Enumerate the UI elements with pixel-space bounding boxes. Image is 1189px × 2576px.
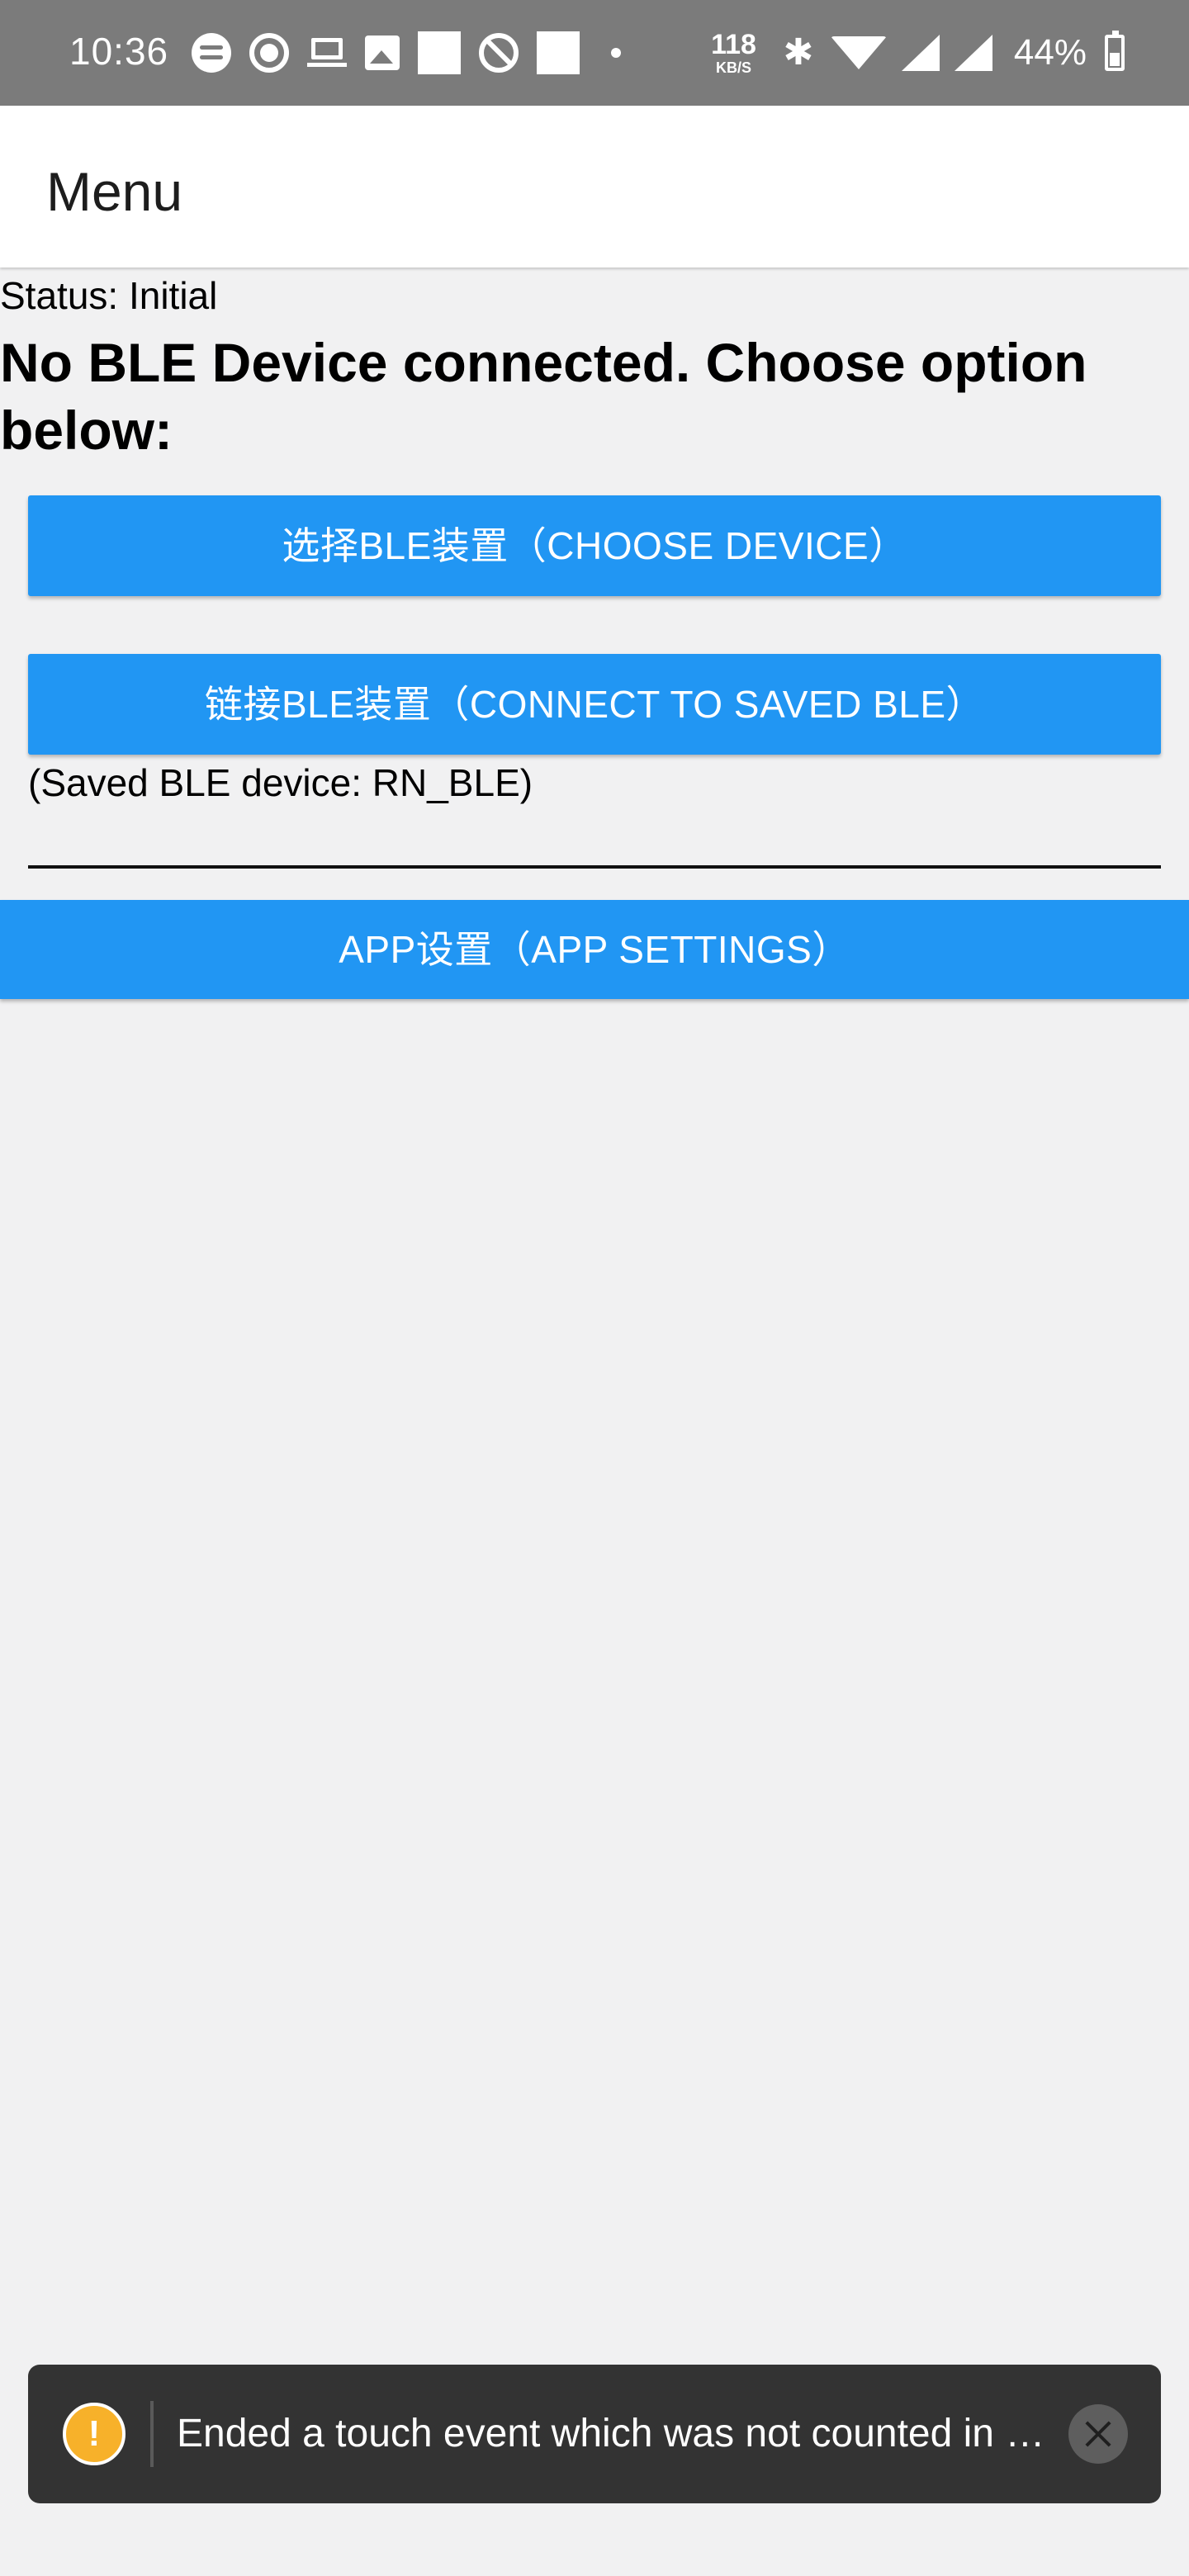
network-speed-unit: KB/S	[715, 59, 751, 76]
app-settings-button[interactable]: APP设置（APP SETTINGS）	[0, 900, 1189, 999]
page-title: Menu	[46, 161, 183, 222]
warning-toast[interactable]: ! Ended a touch event which was not coun…	[28, 2365, 1161, 2503]
bluetooth-icon: ✱	[783, 32, 814, 73]
system-icons: 118 KB/S ✱ 44%	[711, 26, 1125, 79]
square-icon	[418, 31, 461, 74]
spotify-icon	[192, 33, 231, 73]
battery-percent: 44%	[1013, 32, 1087, 73]
saved-device-label: (Saved BLE device: RN_BLE)	[28, 761, 533, 804]
laptop-icon	[307, 36, 347, 69]
blocked-icon	[479, 33, 519, 73]
network-speed: 118 KB/S	[711, 31, 756, 75]
status-bar: 10:36 118 KB/S ✱ 44%	[0, 0, 1189, 106]
choose-device-button[interactable]: 选择BLE装置（CHOOSE DEVICE）	[28, 495, 1161, 596]
image-icon	[365, 36, 400, 70]
square-icon	[537, 31, 580, 74]
toast-separator	[150, 2401, 154, 2467]
battery-icon	[1105, 31, 1125, 71]
close-icon[interactable]	[1068, 2404, 1128, 2464]
notification-icons	[192, 31, 621, 74]
status-time: 10:36	[69, 30, 169, 73]
warning-icon: !	[63, 2403, 126, 2465]
connect-saved-ble-button[interactable]: 链接BLE装置（CONNECT TO SAVED BLE）	[28, 654, 1161, 755]
connection-status: Status: Initial	[0, 274, 218, 317]
signal-icon	[901, 35, 940, 71]
more-notifications-dot-icon	[611, 48, 621, 58]
app-header: Menu	[0, 106, 1189, 268]
divider	[28, 865, 1161, 869]
signal-icon	[954, 35, 992, 71]
network-speed-value: 118	[711, 29, 756, 60]
record-icon	[249, 33, 289, 73]
no-device-heading: No BLE Device connected. Choose option b…	[0, 332, 1087, 461]
wifi-icon	[830, 36, 887, 69]
toast-message: Ended a touch event which was not counte…	[177, 2412, 1045, 2455]
